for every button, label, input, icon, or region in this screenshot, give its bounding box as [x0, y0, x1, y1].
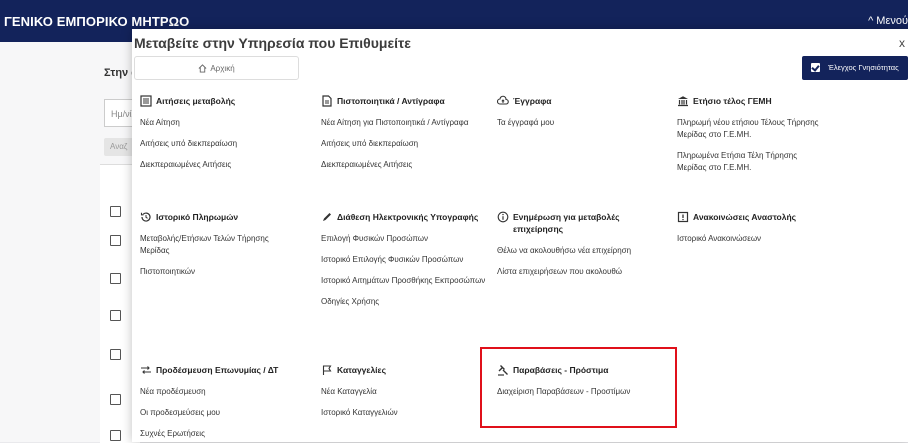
home-icon — [198, 64, 207, 73]
cloud-upload-icon — [497, 95, 509, 105]
menu-item[interactable]: Πιστοποιητικών — [140, 266, 300, 278]
section-suspension-notices: Ανακοινώσεις Αναστολής Ιστορικό Ανακοινώ… — [677, 211, 842, 245]
section-documents: Έγγραφα Τα έγγραφά μου — [497, 95, 667, 129]
menu-item[interactable]: Αιτήσεις υπό διεκπεραίωση — [140, 138, 310, 150]
verify-authenticity-label: Έλεγχος Γνησιότητας — [828, 63, 899, 72]
section-change-notifications: Ενημέρωση για μεταβολές επιχείρησης Θέλω… — [497, 211, 662, 278]
info-icon — [497, 211, 509, 223]
menu-item[interactable]: Διεκπεραιωμένες Αιτήσεις — [321, 159, 476, 171]
section-header: Ετήσιο τέλος ΓΕΜΗ — [677, 95, 827, 107]
verify-authenticity-button[interactable]: Έλεγχος Γνησιότητας — [802, 56, 908, 80]
row-checkbox[interactable] — [110, 430, 121, 441]
menu-item[interactable]: Πληρωμένα Ετήσια Τέλη Τήρησης Μερίδας στ… — [677, 150, 827, 174]
transfer-icon — [141, 366, 151, 374]
history-icon — [140, 212, 151, 222]
menu-item[interactable]: Θέλω να ακολουθήσω νέα επιχείρηση — [497, 245, 662, 257]
home-tab-label: Αρχική — [210, 64, 235, 73]
menu-item[interactable]: Νέα προδέσμευση — [140, 386, 310, 398]
section-header: Ενημέρωση για μεταβολές επιχείρησης — [497, 211, 662, 235]
section-header: Προδέσμευση Επωνυμίας / ΔΤ — [140, 364, 310, 376]
section-header: Πιστοποιητικά / Αντίγραφα — [321, 95, 476, 107]
section-change-requests: Αιτήσεις μεταβολής Νέα Αίτηση Αιτήσεις υ… — [140, 95, 310, 171]
section-header: Αιτήσεις μεταβολής — [140, 95, 310, 107]
menu-item[interactable]: Ιστορικό Ανακοινώσεων — [677, 233, 842, 245]
menu-item[interactable]: Πληρωμή νέου ετήσιου Τέλους Τήρησης Μερί… — [677, 117, 827, 141]
background-label: Στην α — [104, 67, 134, 79]
menu-item[interactable]: Μεταβολής/Ετήσιων Τελών Τήρησης Μερίδας — [140, 233, 300, 257]
section-e-signature: Διάθεση Ηλεκτρονικής Υπογραφής Επιλογή Φ… — [321, 211, 489, 308]
flag-icon — [322, 365, 332, 375]
highlight-box — [480, 347, 677, 428]
menu-item[interactable]: Διεκπεραιωμένες Αιτήσεις — [140, 159, 310, 171]
section-header: Ανακοινώσεις Αναστολής — [677, 211, 842, 223]
row-checkbox[interactable] — [110, 235, 121, 246]
modal-title: Μεταβείτε στην Υπηρεσία που Επιθυμείτε — [134, 35, 411, 51]
section-annual-fee: Ετήσιο τέλος ΓΕΜΗ Πληρωμή νέου ετήσιου Τ… — [677, 95, 827, 174]
site-brand[interactable]: ΓΕΝΙΚΟ ΕΜΠΟΡΙΚΟ ΜΗΤΡΩΟ — [4, 14, 189, 29]
menu-toggle[interactable]: ^ Μενού — [868, 15, 908, 27]
list-icon — [140, 95, 152, 107]
menu-item[interactable]: Επιλογή Φυσικών Προσώπων — [321, 233, 489, 245]
menu-item[interactable]: Ιστορικό Καταγγελιών — [321, 407, 491, 419]
menu-item[interactable]: Ιστορικό Αιτημάτων Προσθήκης Εκπροσώπων — [321, 275, 489, 287]
row-checkbox[interactable] — [110, 206, 121, 217]
home-tab[interactable]: Αρχική — [134, 56, 299, 80]
section-certificates: Πιστοποιητικά / Αντίγραφα Νέα Αίτηση για… — [321, 95, 476, 171]
menu-item[interactable]: Ιστορικό Επιλογής Φυσικών Προσώπων — [321, 254, 489, 266]
document-icon — [322, 95, 332, 107]
menu-item[interactable]: Τα έγγραφά μου — [497, 117, 667, 129]
menu-item[interactable]: Νέα Αίτηση για Πιστοποιητικά / Αντίγραφα — [321, 117, 476, 129]
section-header: Έγγραφα — [497, 95, 667, 107]
menu-item[interactable]: Λίστα επιχειρήσεων που ακολουθώ — [497, 266, 662, 278]
row-checkbox[interactable] — [110, 394, 121, 405]
row-checkbox[interactable] — [110, 349, 121, 360]
section-payment-history: Ιστορικό Πληρωμών Μεταβολής/Ετήσιων Τελώ… — [140, 211, 300, 278]
menu-item[interactable]: Οι προδεσμεύσεις μου — [140, 407, 310, 419]
menu-item[interactable]: Νέα Αίτηση — [140, 117, 310, 129]
menu-item[interactable]: Οδηγίες Χρήσης — [321, 296, 489, 308]
menu-item[interactable]: Νέα Καταγγελία — [321, 386, 491, 398]
section-header: Καταγγελίες — [321, 364, 491, 376]
section-complaints: Καταγγελίες Νέα Καταγγελία Ιστορικό Κατα… — [321, 364, 491, 419]
row-checkbox[interactable] — [110, 310, 121, 321]
pen-icon — [323, 213, 331, 221]
menu-item[interactable]: Συχνές Ερωτήσεις — [140, 428, 310, 440]
menu-item[interactable]: Αιτήσεις υπό διεκπεραίωση — [321, 138, 476, 150]
section-header: Ιστορικό Πληρωμών — [140, 211, 300, 223]
close-icon[interactable]: x — [899, 36, 905, 50]
alert-box-icon — [677, 211, 689, 223]
row-checkbox[interactable] — [110, 273, 121, 284]
check-icon — [811, 63, 820, 72]
section-name-reservation: Προδέσμευση Επωνυμίας / ΔΤ Νέα προδέσμευ… — [140, 364, 310, 440]
section-header: Διάθεση Ηλεκτρονικής Υπογραφής — [321, 211, 489, 223]
bank-icon — [678, 96, 688, 107]
